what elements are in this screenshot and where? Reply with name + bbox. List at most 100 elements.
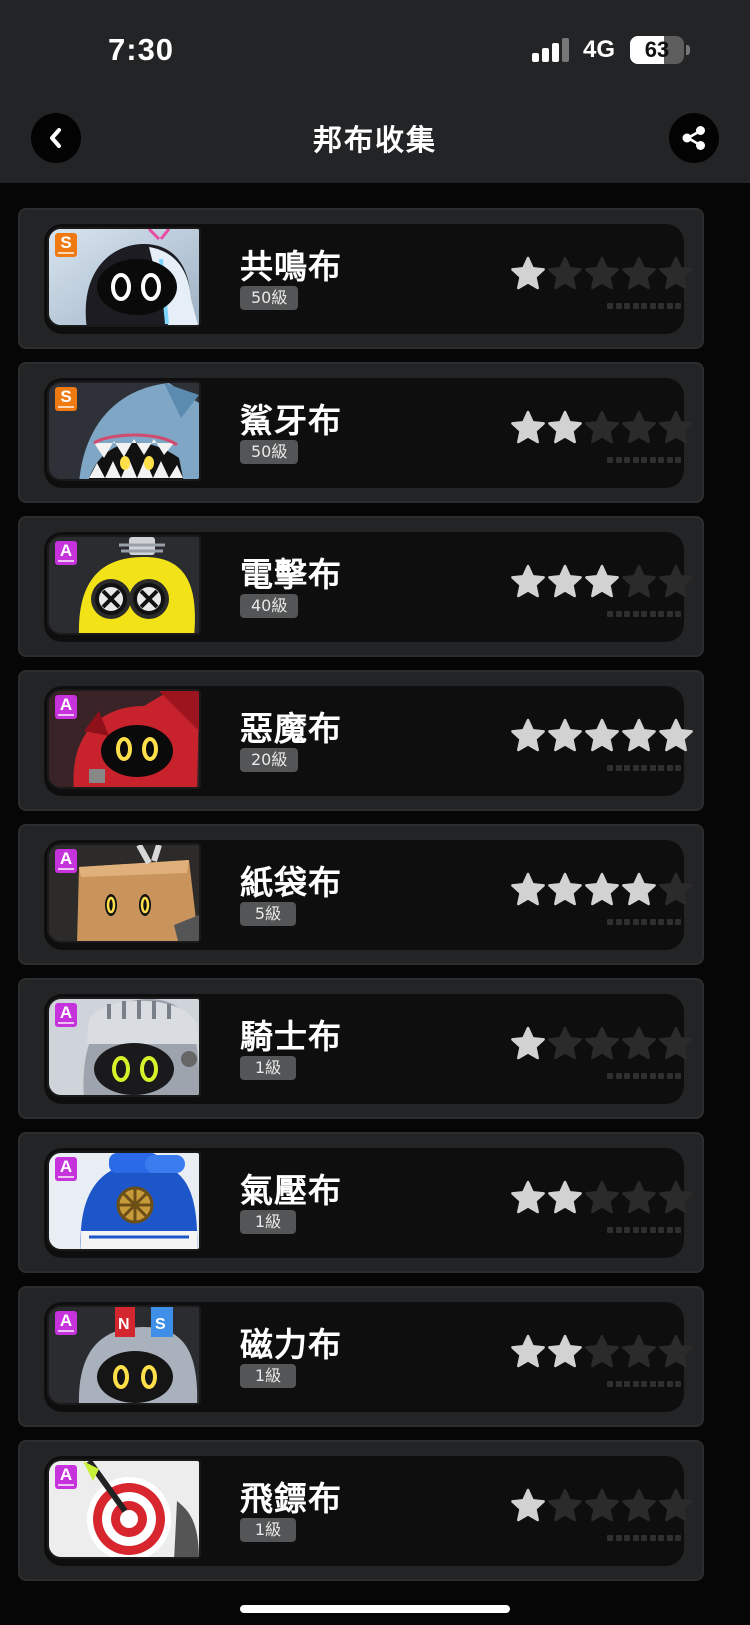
dot	[666, 1535, 673, 1541]
star-rating	[510, 1334, 695, 1370]
svg-text:S: S	[155, 1316, 166, 1333]
bangboo-knightboo-portrait: A	[47, 997, 201, 1097]
star-rating	[510, 718, 695, 754]
decorative-dots	[607, 457, 684, 463]
bangboo-name: 電擊布	[240, 555, 342, 594]
dot	[615, 1381, 622, 1387]
bangboo-electroboo-portrait: A	[47, 535, 201, 635]
bangboo-card[interactable]: A 惡魔布 20級	[18, 670, 704, 811]
star-empty-icon	[584, 1180, 620, 1216]
star-filled-icon	[547, 410, 583, 446]
star-rating	[510, 410, 695, 446]
dot	[666, 1073, 673, 1079]
decorative-dots	[607, 1381, 684, 1387]
dot	[624, 1381, 630, 1387]
star-filled-icon	[510, 718, 546, 754]
bangboo-card[interactable]: A 飛鏢布 1級	[18, 1440, 704, 1581]
dot	[666, 765, 673, 771]
bangboo-name: 騎士布	[240, 1017, 342, 1056]
star-empty-icon	[621, 1334, 657, 1370]
dot	[675, 765, 681, 771]
decorative-dots	[607, 1073, 684, 1079]
dot	[658, 919, 664, 925]
star-empty-icon	[658, 410, 694, 446]
dot	[641, 919, 647, 925]
dot	[675, 457, 681, 463]
dot	[615, 1073, 622, 1079]
star-empty-icon	[621, 256, 657, 292]
dot	[649, 919, 656, 925]
dot	[615, 303, 622, 309]
home-indicator[interactable]	[240, 1605, 510, 1613]
bangboo-name: 鯊牙布	[240, 401, 342, 440]
dot	[666, 919, 673, 925]
star-filled-icon	[510, 1334, 546, 1370]
dot	[666, 457, 673, 463]
network-type: 4G	[583, 36, 616, 63]
bangboo-resonaboo-portrait: S	[47, 227, 201, 327]
rank-badge: A	[55, 541, 77, 565]
level-badge: 50級	[240, 286, 299, 310]
star-filled-icon	[510, 872, 546, 908]
dot	[632, 611, 639, 617]
dot	[641, 457, 647, 463]
dot	[658, 1227, 664, 1233]
dot	[649, 611, 656, 617]
dot	[607, 457, 613, 463]
level-badge: 1級	[240, 1518, 296, 1542]
bangboo-paperboo-portrait: A	[47, 843, 201, 943]
share-icon	[682, 126, 705, 150]
level-badge: 1級	[240, 1210, 296, 1234]
star-rating	[510, 1026, 695, 1062]
dot	[666, 1227, 673, 1233]
star-filled-icon	[547, 718, 583, 754]
bangboo-card[interactable]: S 鯊牙布 50級	[18, 362, 704, 503]
dot	[641, 1227, 647, 1233]
star-filled-icon	[658, 718, 694, 754]
decorative-dots	[607, 765, 684, 771]
share-button[interactable]	[669, 113, 719, 163]
dot	[675, 1381, 681, 1387]
dot	[624, 457, 630, 463]
star-filled-icon	[547, 564, 583, 600]
dot	[658, 1381, 664, 1387]
dot	[632, 1227, 639, 1233]
dot	[658, 1535, 664, 1541]
star-empty-icon	[621, 410, 657, 446]
dot	[649, 303, 656, 309]
bangboo-name: 惡魔布	[240, 709, 342, 748]
bangboo-card[interactable]: N S A 磁力布 1級	[18, 1286, 704, 1427]
dot	[675, 1535, 681, 1541]
dot	[675, 919, 681, 925]
dot	[615, 1227, 622, 1233]
bangboo-card[interactable]: A 電擊布 40級	[18, 516, 704, 657]
dot	[607, 303, 613, 309]
dot	[641, 1073, 647, 1079]
star-filled-icon	[584, 564, 620, 600]
decorative-dots	[607, 303, 684, 309]
rank-badge: A	[55, 1311, 77, 1335]
battery-tip	[686, 45, 690, 55]
star-filled-icon	[547, 1180, 583, 1216]
bangboo-card[interactable]: A 騎士布 1級	[18, 978, 704, 1119]
dot	[641, 611, 647, 617]
bangboo-magnetiboo-portrait: NSA	[47, 1305, 201, 1405]
bangboo-card[interactable]: S 共鳴布 50級	[18, 208, 704, 349]
level-badge: 40級	[240, 594, 299, 618]
bangboo-card-inner: A 紙袋布 5級	[44, 840, 693, 950]
star-empty-icon	[584, 1026, 620, 1062]
star-filled-icon	[510, 1488, 546, 1524]
page-title: 邦布收集	[312, 123, 437, 157]
bangboo-card[interactable]: A 氣壓布 1級	[18, 1132, 704, 1273]
decorative-dots	[607, 1227, 684, 1233]
star-filled-icon	[510, 564, 546, 600]
dot	[632, 303, 639, 309]
dot	[632, 919, 639, 925]
dot	[666, 1381, 673, 1387]
star-empty-icon	[547, 256, 583, 292]
bangboo-name: 紙袋布	[240, 863, 342, 902]
bangboo-name: 氣壓布	[240, 1171, 342, 1210]
star-empty-icon	[658, 564, 694, 600]
bangboo-card[interactable]: A 紙袋布 5級	[18, 824, 704, 965]
dot	[615, 919, 622, 925]
